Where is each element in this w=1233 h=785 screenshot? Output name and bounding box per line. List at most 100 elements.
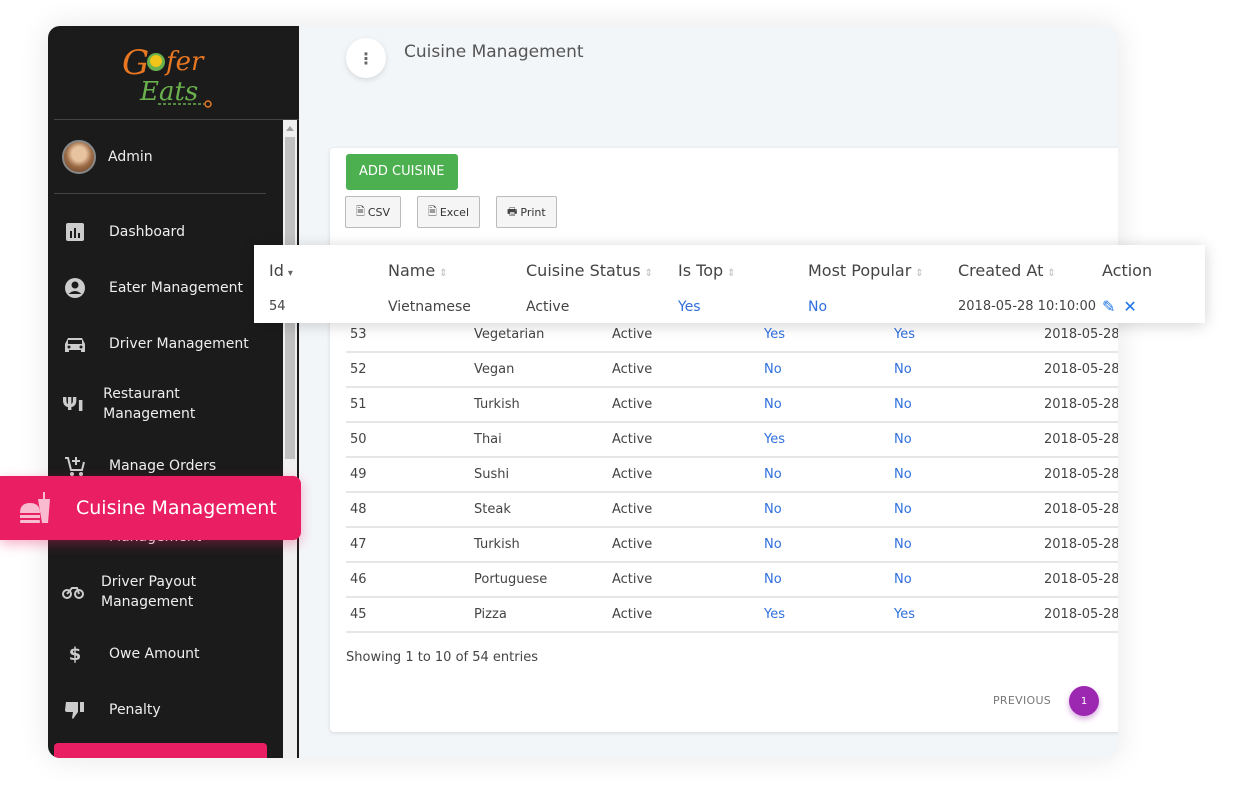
more-vert-icon[interactable]: ⋮ xyxy=(346,38,386,78)
cell-name: Turkish xyxy=(470,388,608,423)
sidebar-item-label: Restaurant Management xyxy=(103,386,196,422)
edit-pencil-icon[interactable]: ✎ xyxy=(1102,297,1115,316)
scroll-up-arrow-icon[interactable] xyxy=(286,126,294,131)
delete-close-icon[interactable]: ✕ xyxy=(1123,297,1136,316)
svg-text:fer: fer xyxy=(164,47,205,77)
table-row: 53 Vegetarian Active Yes Yes 2018-05-28 xyxy=(346,318,1118,353)
sidebar-item-label: Manage Orders xyxy=(109,458,217,474)
sidebar-item-cuisine-management[interactable]: Cuisine Management xyxy=(0,476,301,540)
cell-id: 49 xyxy=(346,458,470,493)
cell-name: Sushi xyxy=(470,458,608,493)
pagination-page-1[interactable]: 1 xyxy=(1069,686,1099,716)
cell-most-popular[interactable]: No xyxy=(890,388,1040,423)
button-label: Print xyxy=(520,205,546,219)
cell-name: Portuguese xyxy=(470,563,608,598)
highlighted-table-row: Id ▾ Name ⇕ Cuisine Status ⇕ Is Top ⇕ Most P… xyxy=(254,245,1205,323)
cell-is-top[interactable]: No xyxy=(760,493,890,528)
cell-id: 52 xyxy=(346,353,470,388)
cell-status: Active xyxy=(608,353,760,388)
export-excel-button[interactable]: 🗎 Excel xyxy=(417,196,480,228)
sidebar-item-label: Dashboard xyxy=(109,224,185,240)
table-row: 47 Turkish Active No No 2018-05-28 xyxy=(346,528,1118,563)
user-profile[interactable]: Admin xyxy=(62,140,153,174)
row-actions: ✎ ✕ xyxy=(1102,297,1137,316)
cell-is-top[interactable]: No xyxy=(760,528,890,563)
cell-most-popular[interactable]: No xyxy=(890,493,1040,528)
table-row: 49 Sushi Active No No 2018-05-28 xyxy=(346,458,1118,493)
cell-is-top[interactable]: Yes xyxy=(760,423,890,458)
cell-status: Active xyxy=(608,458,760,493)
cell-is-top[interactable]: No xyxy=(760,388,890,423)
cell-name: Vegetarian xyxy=(470,318,608,353)
sidebar-item-eater-management[interactable]: Eater Management xyxy=(62,277,243,299)
sidebar-item-label: Owe Amount xyxy=(109,646,200,662)
cell-most-popular[interactable]: Yes xyxy=(890,598,1040,633)
cell-status: Active xyxy=(608,318,760,353)
button-label: Excel xyxy=(439,205,469,219)
cell-is-top[interactable]: Yes xyxy=(760,318,890,353)
cell-created-at: 2018-05-28 xyxy=(1040,493,1118,528)
table-row: 51 Turkish Active No No 2018-05-28 xyxy=(346,388,1118,423)
column-header-most-popular[interactable]: Most Popular ⇕ xyxy=(808,261,924,280)
gofer-eats-logo: G fer Eats xyxy=(122,43,212,108)
cuisine-table-card: ADD CUISINE 🗎 CSV 🗎 Excel 🖶 Print 53 Vege… xyxy=(330,148,1118,732)
cell-is-top[interactable]: Yes xyxy=(760,598,890,633)
cell-created-at: 2018-05-28 xyxy=(1040,353,1118,388)
sidebar-item-driver-payout-management[interactable]: Driver Payout Management xyxy=(62,572,222,612)
cell-most-popular[interactable]: No xyxy=(890,423,1040,458)
cell-name: Pizza xyxy=(470,598,608,633)
cell-created-at: 2018-05-28 xyxy=(1040,458,1118,493)
cell-status: Active xyxy=(608,528,760,563)
cell-created-at: 2018-05-28 xyxy=(1040,423,1118,458)
column-header-is-top[interactable]: Is Top ⇕ xyxy=(678,261,736,280)
add-cuisine-button[interactable]: ADD CUISINE xyxy=(346,154,458,190)
print-button[interactable]: 🖶 Print xyxy=(496,196,557,228)
cell-most-popular[interactable]: Yes xyxy=(890,318,1040,353)
cell-is-top[interactable]: Yes xyxy=(678,299,701,315)
cell-most-popular[interactable]: No xyxy=(808,299,827,315)
sidebar-item-restaurant-management[interactable]: Ψı Restaurant Management xyxy=(62,384,222,424)
column-header-name[interactable]: Name ⇕ xyxy=(388,261,448,280)
sidebar-item-driver-management[interactable]: Driver Management xyxy=(62,333,249,355)
sort-desc-icon: ▾ xyxy=(287,268,293,279)
column-header-created-at[interactable]: Created At ⇕ xyxy=(958,261,1056,280)
header-label: Most Popular xyxy=(808,261,912,280)
cell-created-at: 2018-05-28 xyxy=(1040,598,1118,633)
cell-id: 50 xyxy=(346,423,470,458)
cell-is-top[interactable]: No xyxy=(760,458,890,493)
sort-icon: ⇕ xyxy=(644,268,653,279)
cell-is-top[interactable]: No xyxy=(760,563,890,598)
header-label: Created At xyxy=(958,261,1044,280)
cell-most-popular[interactable]: No xyxy=(890,563,1040,598)
sidebar-item-label: Cuisine Management xyxy=(76,497,277,519)
cell-most-popular[interactable]: No xyxy=(890,458,1040,493)
sidebar-item-penalty[interactable]: Penalty xyxy=(62,699,161,721)
motorcycle-icon xyxy=(62,581,84,603)
sidebar-item-owe-amount[interactable]: $ Owe Amount xyxy=(62,643,200,665)
sidebar-item-next[interactable] xyxy=(54,743,267,758)
file-excel-icon: 🗎 xyxy=(428,204,437,218)
cell-status: Active xyxy=(608,598,760,633)
cell-name: Vietnamese xyxy=(388,299,471,315)
car-icon xyxy=(62,333,88,355)
sidebar-scrollbar[interactable] xyxy=(283,120,297,758)
cell-most-popular[interactable]: No xyxy=(890,353,1040,388)
cell-id: 54 xyxy=(269,299,286,314)
sort-icon: ⇕ xyxy=(727,268,736,279)
cell-is-top[interactable]: No xyxy=(760,353,890,388)
cell-created-at: 2018-05-28 xyxy=(1040,528,1118,563)
page-title: Cuisine Management xyxy=(404,42,584,62)
export-csv-button[interactable]: 🗎 CSV xyxy=(345,196,402,228)
sidebar-item-dashboard[interactable]: Dashboard xyxy=(62,221,185,243)
table-row: 50 Thai Active Yes No 2018-05-28 xyxy=(346,423,1118,458)
pagination-previous[interactable]: PREVIOUS xyxy=(993,694,1051,707)
column-header-id[interactable]: Id ▾ xyxy=(269,261,293,280)
divider xyxy=(54,119,299,120)
column-header-status[interactable]: Cuisine Status ⇕ xyxy=(526,261,653,280)
sidebar-item-manage-orders[interactable]: Manage Orders xyxy=(62,455,216,477)
header-label: Is Top xyxy=(678,261,724,280)
table-row: 46 Portuguese Active No No 2018-05-28 xyxy=(346,563,1118,598)
cell-most-popular[interactable]: No xyxy=(890,528,1040,563)
cuisine-table: 53 Vegetarian Active Yes Yes 2018-05-28 52 Vega… xyxy=(346,318,1118,633)
sidebar: G fer Eats Admin Dashboard Eater Managem… xyxy=(48,26,299,758)
